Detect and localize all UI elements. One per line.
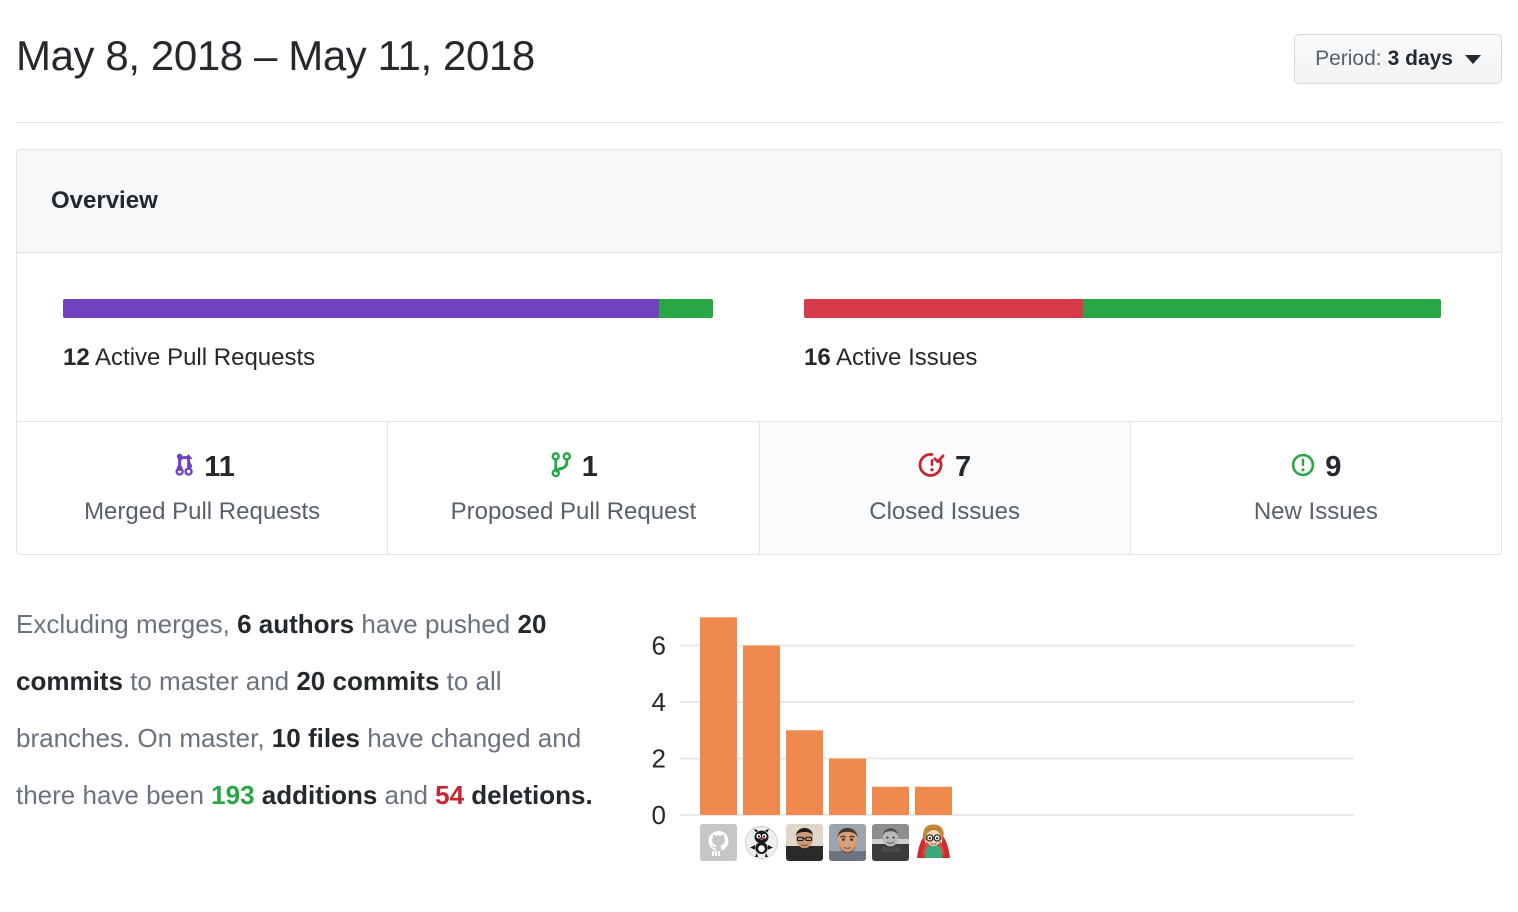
stat-closed-issues[interactable]: 7 Closed Issues: [758, 422, 1130, 554]
pull-requests-summary: 12 Active Pull Requests: [17, 299, 759, 372]
period-prefix-label: Period:: [1315, 47, 1382, 70]
stat-proposed-value: 1: [581, 450, 598, 483]
stat-closed-top: 7: [918, 450, 971, 484]
summary-period: .: [585, 780, 593, 810]
overview-title: Overview: [51, 187, 158, 214]
active-issues-count: 16: [804, 344, 831, 371]
issue-opened-icon: [1290, 450, 1316, 485]
active-pull-requests-label: Active Pull Requests: [95, 344, 316, 371]
chart-y-tick-label: 6: [652, 631, 666, 661]
chevron-down-icon: [1465, 54, 1481, 64]
chart-bar[interactable]: [915, 786, 952, 815]
summary-files: 10 files: [271, 723, 360, 753]
stat-merged-pull-requests[interactable]: 11 Merged Pull Requests: [17, 422, 387, 554]
summary-authors: 6 authors: [237, 609, 355, 639]
stat-new-value: 9: [1325, 450, 1342, 483]
stat-closed-value: 7: [955, 450, 972, 483]
stat-proposed-top: 1: [549, 450, 598, 484]
issues-caption: 16 Active Issues: [804, 344, 1441, 372]
page-header: May 8, 2018 – May 11, 2018 Period: 3 day…: [0, 0, 1518, 124]
stat-new-label: New Issues: [1253, 498, 1378, 525]
chart-bar[interactable]: [829, 758, 866, 815]
pulse-page: May 8, 2018 – May 11, 2018 Period: 3 day…: [0, 0, 1518, 912]
header-inner: May 8, 2018 – May 11, 2018 Period: 3 day…: [16, 0, 1502, 123]
stat-new-issues[interactable]: 9 New Issues: [1129, 422, 1501, 554]
chart-bar[interactable]: [786, 730, 823, 815]
period-dropdown-button[interactable]: Period: 3 days: [1294, 34, 1502, 84]
progress-segment-closed: [804, 299, 1083, 318]
stat-proposed-pull-request[interactable]: 1 Proposed Pull Request: [387, 422, 758, 554]
summary-additions-word: additions: [254, 780, 378, 810]
stat-merged-label: Merged Pull Requests: [84, 498, 321, 525]
summary-and: and: [377, 780, 436, 810]
overview-card: Overview 12 Active Pull Requests 16 Acti…: [16, 149, 1502, 555]
chart-bar[interactable]: [743, 645, 780, 815]
issue-closed-icon: [918, 450, 946, 485]
stat-merged-top: 11: [169, 450, 235, 484]
chart-y-tick-label: 0: [652, 800, 666, 830]
overview-stats-row: 11 Merged Pull Requests 1 Proposed Pull …: [17, 421, 1501, 554]
stat-proposed-label: Proposed Pull Request: [450, 498, 697, 525]
summary-deletions-word: deletions: [464, 780, 586, 810]
summary-commits-all: 20 commits: [296, 666, 440, 696]
pull-requests-progress-bar: [63, 299, 713, 318]
chart-bar[interactable]: [872, 786, 909, 815]
overview-card-header: Overview: [17, 150, 1501, 253]
commits-per-author-chart: 0 2 4 6: [632, 600, 1392, 880]
progress-segment-proposed: [659, 299, 713, 318]
issues-progress-bar: [804, 299, 1441, 318]
page-title: May 8, 2018 – May 11, 2018: [16, 32, 535, 79]
chart-bar[interactable]: [700, 617, 737, 815]
summary-additions-count: 193: [211, 780, 255, 810]
chart-y-tick-label: 2: [652, 744, 666, 774]
stat-new-top: 9: [1290, 450, 1341, 484]
stat-closed-label: Closed Issues: [869, 498, 1020, 525]
progress-segment-new: [1082, 299, 1441, 318]
chart-svg: 0 2 4 6: [652, 617, 1354, 830]
git-branch-icon: [549, 450, 573, 485]
active-issues-label: Active Issues: [836, 344, 978, 371]
progress-segment-merged: [63, 299, 660, 318]
summary-have-pushed: have pushed: [354, 609, 518, 639]
git-merge-icon: [169, 450, 195, 485]
summary-to-master-and: to master and: [122, 666, 297, 696]
period-value-label: 3 days: [1387, 47, 1453, 70]
chart-y-tick-label: 4: [652, 687, 666, 717]
pull-requests-caption: 12 Active Pull Requests: [63, 344, 713, 372]
summary-lead: Excluding merges,: [16, 609, 238, 639]
active-pull-requests-count: 12: [63, 344, 90, 371]
commit-summary-text: Excluding merges, 6 authors have pushed …: [16, 596, 616, 824]
stat-merged-value: 11: [204, 450, 235, 483]
overview-bars-row: 12 Active Pull Requests 16 Active Issues: [17, 253, 1501, 421]
summary-deletions-count: 54: [435, 780, 465, 810]
issues-summary: 16 Active Issues: [759, 299, 1501, 372]
